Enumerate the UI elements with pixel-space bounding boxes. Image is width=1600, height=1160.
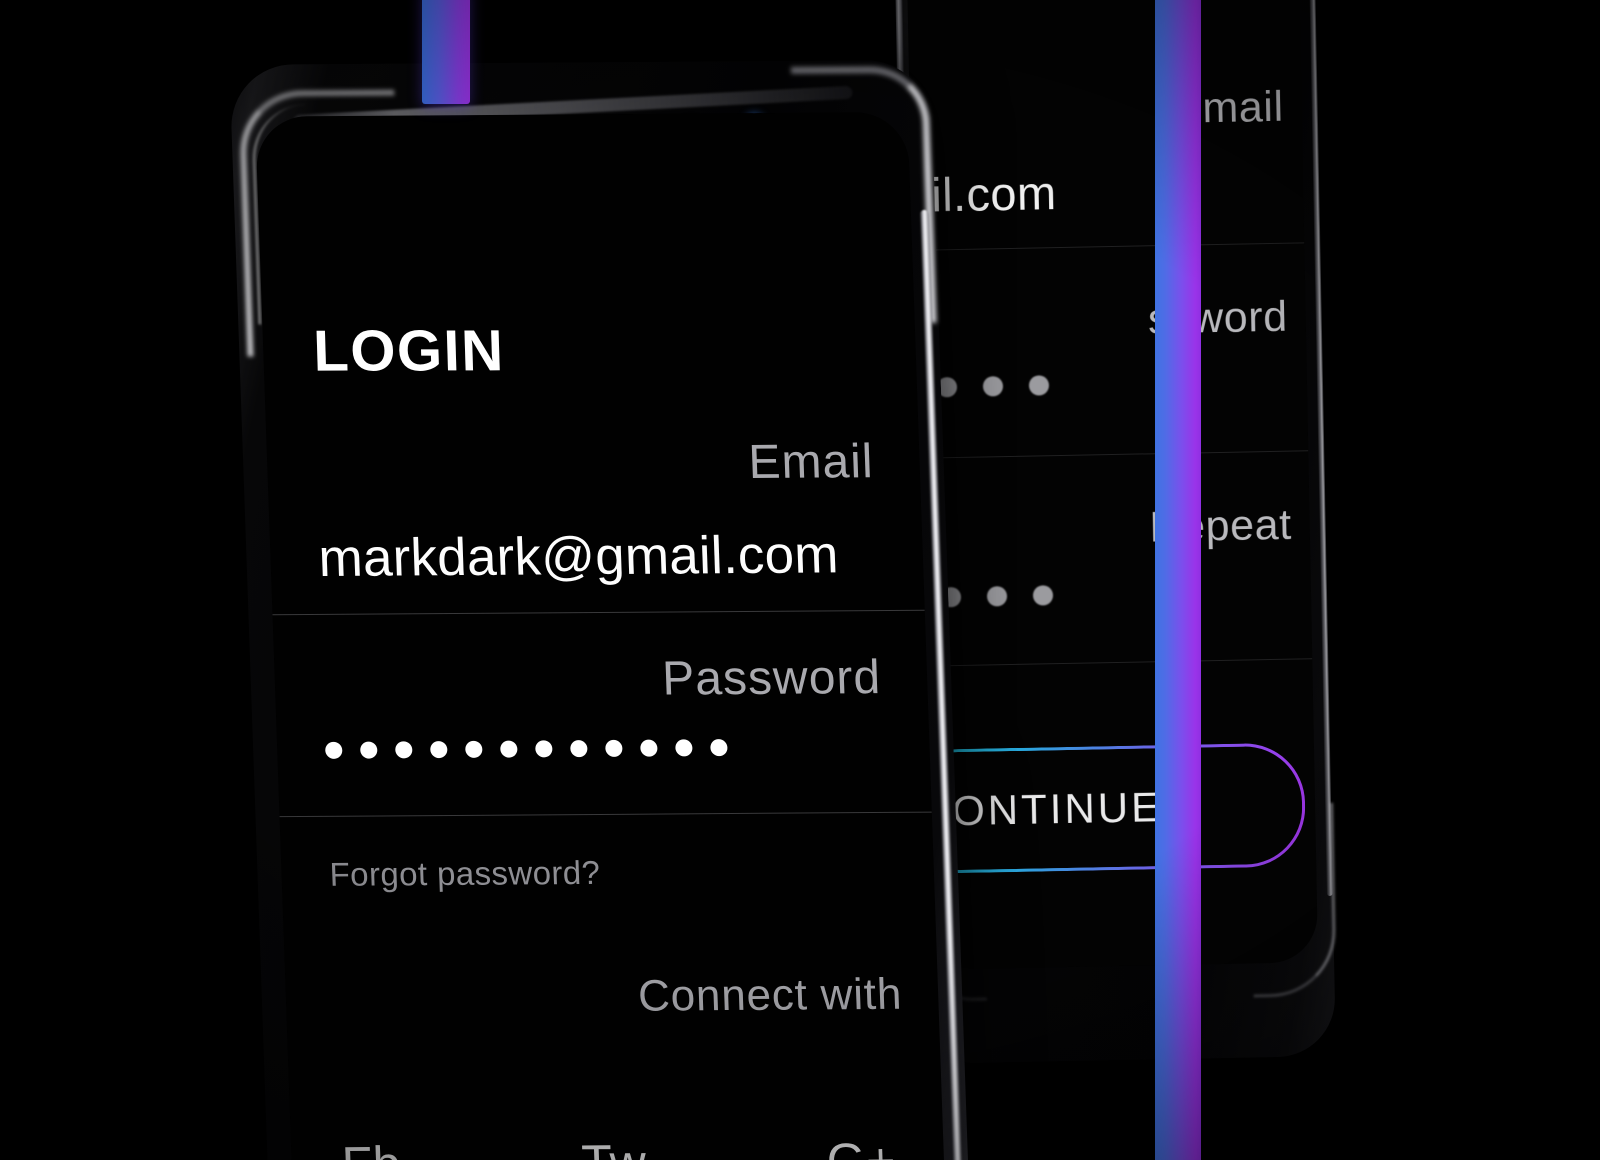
bg-continue-button[interactable]: ONTINUE [906,742,1307,875]
foreground-phone: LOGIN Email markdark@gmail.com Password … [229,59,971,1160]
email-field-divider [272,609,925,616]
password-field-label: Password [661,651,882,706]
bg-repeat-divider [920,658,1313,667]
google-plus-button[interactable]: G+ [826,1132,897,1160]
facebook-button[interactable]: Fb [341,1135,402,1160]
foreground-phone-screen: LOGIN Email markdark@gmail.com Password … [255,112,947,1160]
email-field-label: Email [747,435,875,490]
email-input[interactable]: markdark@gmail.com [318,524,840,589]
accent-gradient-bar-right [1155,0,1201,1160]
bg-continue-label: ONTINUE [951,783,1163,835]
bg-email-value[interactable]: il.com [931,165,1057,222]
background-phone-screen: Email il.com ssword Repeat ONTINUE [906,0,1319,970]
password-input[interactable] [324,739,728,759]
bg-email-divider [912,242,1305,251]
accent-gradient-bar-left [422,0,470,104]
background-phone: Email il.com ssword Repeat ONTINUE [894,0,1337,1064]
password-field-divider [279,811,932,818]
page-title: LOGIN [312,318,506,384]
mockup-scene: Email il.com ssword Repeat ONTINUE LOGIN… [0,0,1600,1160]
connect-with-label: Connect with [637,969,903,1021]
bg-password-divider [916,450,1309,459]
forgot-password-link[interactable]: Forgot password? [329,854,601,894]
bg-repeat-dots[interactable] [940,585,1054,608]
twitter-button[interactable]: Tw [580,1134,648,1160]
social-buttons-row: Fb Tw G+ [291,1131,945,1160]
bg-password-dots[interactable] [936,375,1050,398]
